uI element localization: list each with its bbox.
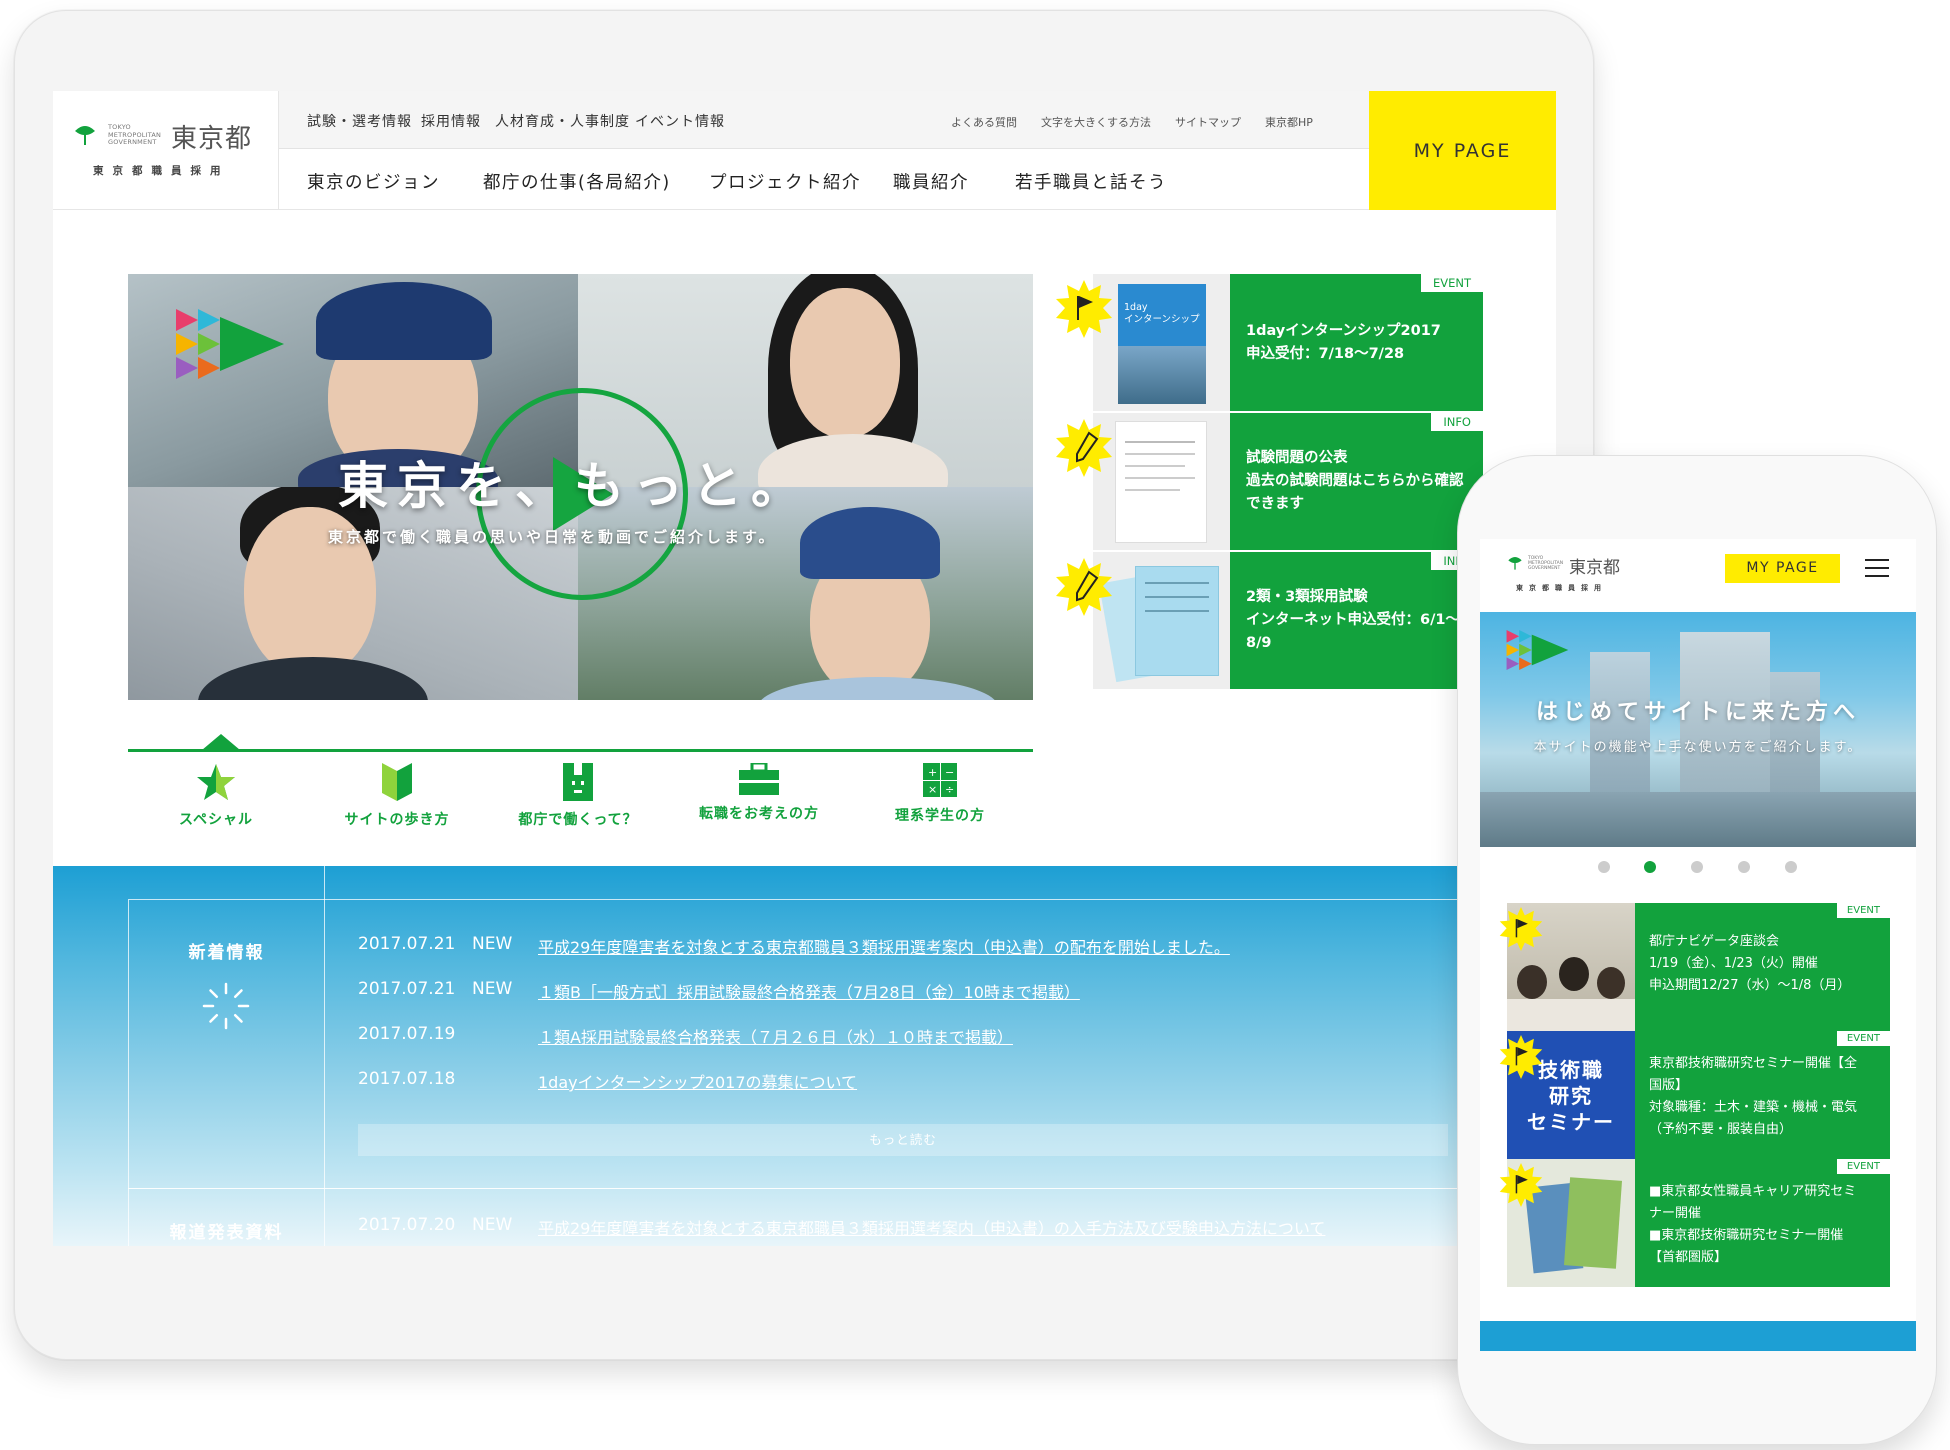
mobile-news-strip: [1480, 1321, 1916, 1351]
event-card-thumbnail: [1093, 413, 1230, 550]
nav-exam-info[interactable]: 試験・選考情報: [307, 111, 412, 131]
mobile-logo-main-text[interactable]: 東京都: [1569, 553, 1620, 578]
event-badge: EVENT: [1835, 903, 1890, 919]
icon-link-site-guide[interactable]: サイトの歩き方: [327, 763, 467, 829]
loading-spinner-icon: [202, 982, 250, 1030]
nav-staff[interactable]: 職員紹介: [893, 169, 969, 194]
read-more-button[interactable]: もっと読む: [358, 1124, 1448, 1156]
mobile-mypage-button[interactable]: MY PAGE: [1725, 554, 1840, 583]
mobile-card-text: 都庁ナビゲータ座談会 1/19（金）、1/23（火）開催 申込期間12/27（水…: [1649, 934, 1851, 993]
carousel-dot[interactable]: [1738, 861, 1750, 873]
nav-vision[interactable]: 東京のビジョン: [307, 169, 440, 194]
tokyo-flags-logo-icon: [1506, 630, 1569, 670]
carousel-dot[interactable]: [1598, 861, 1610, 873]
phone-device-frame: TOKYO METROPOLITAN GOVERNMENT 東京都 東京都職員採用 …: [1457, 455, 1937, 1445]
hero-title: 東京を、もっと。: [338, 457, 810, 515]
logo-sub-text: 東京都職員採用: [93, 165, 230, 177]
news-heading: 新着情報: [188, 943, 265, 963]
event-badge: EVENT: [1835, 1159, 1890, 1175]
mobile-card-body: EVENT 東京都技術職研究セミナー開催【全 国版】 対象職種：土木・建築・機械…: [1635, 1031, 1890, 1159]
nav-recruit-info[interactable]: 採用情報: [421, 111, 481, 131]
flag-burst-icon: [1056, 280, 1112, 338]
star-icon: [197, 764, 235, 800]
svg-text:÷: ÷: [945, 783, 954, 796]
pencil-burst-icon: [1056, 558, 1112, 616]
mobile-card-text: 東京都技術職研究セミナー開催【全 国版】 対象職種：土木・建築・機械・電気 （予…: [1649, 1056, 1858, 1137]
logo-main-text: 東京都: [171, 124, 253, 154]
mobile-event-card-tech-seminar[interactable]: 技術職 研究 セミナー EVENT 東京都技術職研究セミナー開催【全 国版】 対象職…: [1499, 1031, 1890, 1159]
active-indicator-triangle: [202, 734, 240, 750]
mobile-hero-banner[interactable]: はじめてサイトに来た方へ 本サイトの機能や上手な使い方をご紹介します。: [1480, 612, 1916, 847]
carousel-dot[interactable]: [1785, 861, 1797, 873]
ginkgo-leaf-icon: [1508, 557, 1522, 570]
tokyo-flags-logo-icon: [176, 309, 284, 379]
tablet-device-frame: TOKYO METROPOLITAN GOVERNMENT 東京都 東京都職員採用 …: [14, 10, 1594, 1360]
carousel-dot-active[interactable]: [1644, 861, 1656, 873]
site-logo[interactable]: TOKYO METROPOLITAN GOVERNMENT 東京都 東京都職員採用: [53, 91, 279, 210]
carousel-dot[interactable]: [1691, 861, 1703, 873]
mypage-button[interactable]: MY PAGE: [1369, 91, 1556, 210]
mobile-hero-subtitle: 本サイトの機能や上手な使い方をご紹介します。: [1533, 740, 1863, 755]
logo-english-text: TOKYO METROPOLITAN GOVERNMENT: [108, 123, 162, 146]
nav-talk-young-staff[interactable]: 若手職員と話そう: [1015, 169, 1167, 194]
mobile-logo-sub-text: 東京都職員採用: [1516, 584, 1607, 592]
mobile-logo-english-text: TOKYO METROPOLITAN GOVERNMENT: [1528, 556, 1564, 571]
carousel-dots: [1480, 861, 1916, 873]
util-faq[interactable]: よくある質問: [951, 114, 1017, 130]
event-card-thumbnail: [1093, 552, 1230, 689]
pencil-burst-icon: [1056, 419, 1112, 477]
mobile-event-card-navigator[interactable]: EVENT 都庁ナビゲータ座談会 1/19（金）、1/23（火）開催 申込期間1…: [1499, 903, 1890, 1031]
nav-projects[interactable]: プロジェクト紹介: [709, 169, 861, 194]
mobile-screen: TOKYO METROPOLITAN GOVERNMENT 東京都 東京都職員採用 …: [1480, 539, 1916, 1351]
building-icon: [563, 763, 593, 801]
icon-link-working-at-tocho[interactable]: 都庁で働くって？: [508, 763, 648, 829]
site-header: TOKYO METROPOLITAN GOVERNMENT 東京都 東京都職員採用 …: [53, 91, 1556, 210]
mobile-hero-title: はじめてサイトに来た方へ: [1535, 700, 1860, 725]
event-card-text: 試験問題の公表 過去の試験問題はこちらから確認 できます: [1246, 450, 1464, 512]
main-navigation: 東京のビジョン 都庁の仕事(各局紹介) プロジェクト紹介 職員紹介 若手職員と話…: [279, 149, 1369, 209]
util-tokyo-hp[interactable]: 東京都HP: [1265, 114, 1313, 130]
event-badge: EVENT: [1419, 274, 1483, 293]
event-card-class2-3-exam[interactable]: INFO 2類・3類採用試験 インターネット申込受付：6/1〜 8/9: [1056, 552, 1483, 689]
briefcase-icon: [739, 763, 779, 795]
calculator-icon: + − × ÷: [923, 763, 957, 797]
mobile-card-text: ■東京都女性職員キャリア研究セミ ナー開催 ■東京都技術職研究セミナー開催 【首…: [1649, 1184, 1857, 1265]
event-card-exam-questions[interactable]: INFO 試験問題の公表 過去の試験問題はこちらから確認 できます: [1056, 413, 1483, 550]
mobile-card-body: EVENT 都庁ナビゲータ座談会 1/19（金）、1/23（火）開催 申込期間1…: [1635, 903, 1890, 1031]
nav-departments[interactable]: 都庁の仕事(各局紹介): [483, 169, 671, 194]
flag-burst-icon: [1499, 1035, 1543, 1079]
util-sitemap[interactable]: サイトマップ: [1175, 114, 1241, 130]
svg-text:×: ×: [928, 783, 937, 796]
hero-subtitle: 東京都で働く職員の思いや日常を動画でご紹介します。: [328, 528, 777, 546]
beginner-mark-icon: [382, 763, 412, 801]
mobile-card-body: EVENT ■東京都女性職員キャリア研究セミ ナー開催 ■東京都技術職研究セミナ…: [1635, 1159, 1890, 1287]
event-card-internship[interactable]: 1day インターンシップ EVENT 1dayインターンシップ2017 申込受付…: [1056, 274, 1483, 411]
event-badge: EVENT: [1835, 1031, 1890, 1047]
mobile-event-card-career-seminar[interactable]: EVENT ■東京都女性職員キャリア研究セミ ナー開催 ■東京都技術職研究セミナ…: [1499, 1159, 1890, 1287]
icon-link-science-students[interactable]: + − × ÷ 理系学生の方: [870, 763, 1010, 825]
nav-event-info[interactable]: イベント情報: [635, 111, 725, 131]
nav-hr-system[interactable]: 人材育成・人事制度: [495, 111, 630, 131]
icon-row-divider: [128, 749, 1033, 752]
news-section: 新着情報 2017.07.21 NEW 平成29年度障害者を対象とする東京都職員…: [53, 866, 1556, 1246]
top-navigation: 試験・選考情報 採用情報 人材育成・人事制度 イベント情報 よくある質問 文字を…: [279, 91, 1369, 149]
util-text-size[interactable]: 文字を大きくする方法: [1041, 114, 1151, 130]
icon-link-special[interactable]: スペシャル: [146, 763, 286, 829]
info-badge: INFO: [1430, 413, 1483, 432]
mobile-header: TOKYO METROPOLITAN GOVERNMENT 東京都 東京都職員採用 …: [1480, 539, 1916, 612]
flag-burst-icon: [1499, 1163, 1543, 1207]
event-card-text: 1dayインターンシップ2017 申込受付：7/18〜7/28: [1246, 323, 1441, 362]
event-card-text: 2類・3類採用試験 インターネット申込受付：6/1〜 8/9: [1246, 589, 1460, 651]
flag-burst-icon: [1499, 907, 1543, 951]
ginkgo-leaf-icon: [75, 126, 95, 145]
hero-video[interactable]: 東京を、もっと。 東京都で働く職員の思いや日常を動画でご紹介します。: [128, 274, 1033, 700]
event-card-thumbnail: 1day インターンシップ: [1093, 274, 1230, 411]
press-release-heading: 報道発表資料: [169, 1223, 284, 1243]
svg-text:+: +: [928, 766, 937, 779]
svg-text:−: −: [945, 766, 954, 779]
desktop-screen: TOKYO METROPOLITAN GOVERNMENT 東京都 東京都職員採用 …: [53, 91, 1556, 1246]
icon-link-career-change[interactable]: 転職をお考えの方: [689, 763, 829, 823]
hamburger-menu-icon[interactable]: [1865, 557, 1889, 579]
